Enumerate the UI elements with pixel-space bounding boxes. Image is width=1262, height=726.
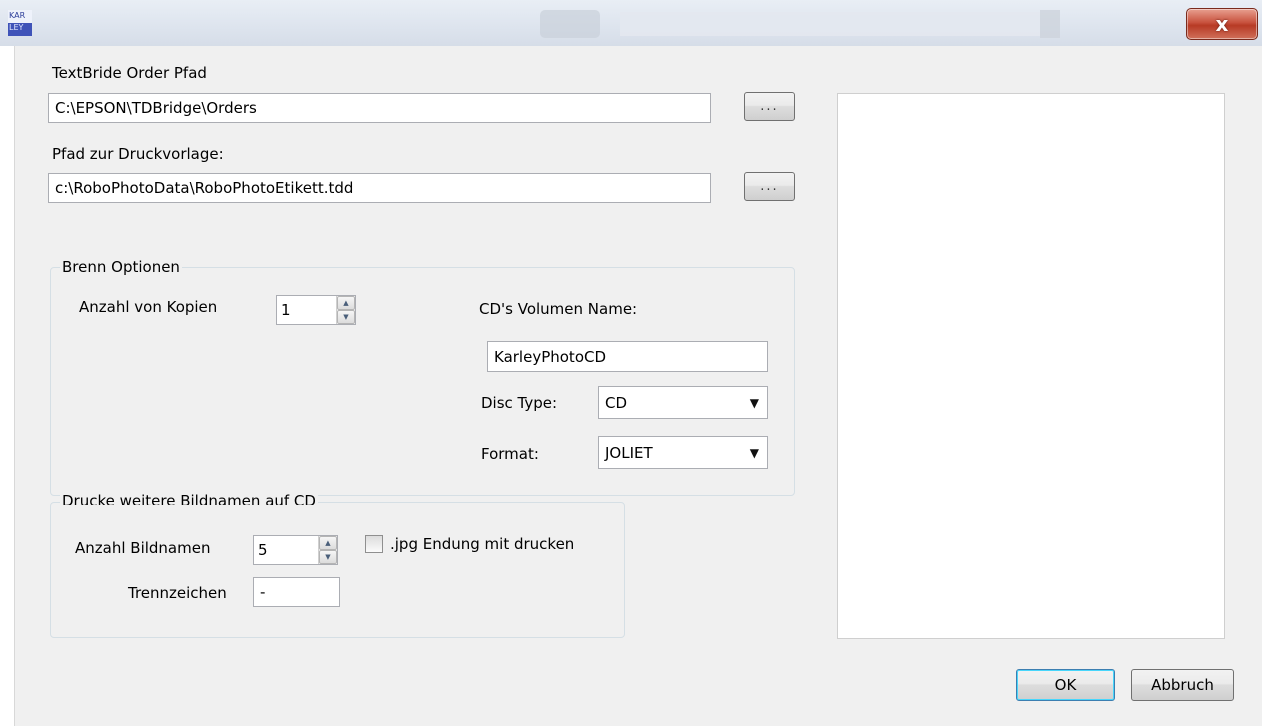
close-button[interactable]: x	[1186, 8, 1258, 40]
template-path-label: Pfad zur Druckvorlage:	[52, 145, 224, 163]
window-left-edge	[0, 46, 15, 726]
image-count-spinner[interactable]: 5 ▲ ▼	[253, 535, 338, 565]
template-path-input[interactable]: c:\RoboPhotoData\RoboPhotoEtikett.tdd	[48, 173, 711, 203]
title-bar-background-blur	[620, 12, 1040, 36]
format-value: JOLIET	[605, 443, 653, 462]
disc-type-label: Disc Type:	[481, 394, 558, 412]
title-bar-background-blur	[1040, 10, 1060, 38]
format-label: Format:	[481, 445, 539, 463]
app-logo-text-top: KAR	[9, 11, 26, 20]
spin-up-icon[interactable]: ▲	[337, 296, 355, 310]
format-select[interactable]: JOLIET ▼	[598, 436, 768, 469]
burn-options-title: Brenn Optionen	[60, 258, 182, 276]
dropdown-caret-icon: ▼	[749, 445, 759, 460]
template-path-browse-button[interactable]: ...	[744, 172, 795, 201]
title-bar-background-blur	[540, 10, 600, 38]
title-bar: KAR LEY x	[0, 0, 1262, 46]
preview-panel	[837, 93, 1225, 639]
jpg-extension-checkbox[interactable]	[365, 535, 383, 553]
order-path-browse-button[interactable]: ...	[744, 92, 795, 121]
volume-name-input[interactable]: KarleyPhotoCD	[487, 341, 768, 372]
jpg-extension-label: .jpg Endung mit drucken	[390, 535, 575, 553]
image-names-group	[50, 502, 625, 638]
cancel-button[interactable]: Abbruch	[1131, 669, 1234, 701]
volume-name-label: CD's Volumen Name:	[479, 300, 638, 318]
browse-button-label: ...	[760, 99, 779, 114]
image-names-title: Drucke weitere Bildnamen auf CD	[60, 493, 318, 505]
spin-buttons: ▲ ▼	[318, 536, 337, 564]
app-logo-icon: KAR LEY	[8, 10, 32, 36]
image-count-value: 5	[258, 541, 268, 559]
app-logo-text-bottom: LEY	[9, 23, 24, 32]
order-path-input[interactable]: C:\EPSON\TDBridge\Orders	[48, 93, 711, 123]
copies-spinner[interactable]: 1 ▲ ▼	[276, 295, 356, 325]
spin-up-icon[interactable]: ▲	[319, 536, 337, 550]
browse-button-label: ...	[760, 179, 779, 194]
spin-down-icon[interactable]: ▼	[337, 310, 355, 324]
copies-value: 1	[281, 301, 291, 319]
copies-label: Anzahl von Kopien	[79, 298, 218, 316]
spin-buttons: ▲ ▼	[336, 296, 355, 324]
spin-down-icon[interactable]: ▼	[319, 550, 337, 564]
close-icon: x	[1215, 12, 1229, 36]
image-count-label: Anzahl Bildnamen	[75, 539, 211, 557]
disc-type-select[interactable]: CD ▼	[598, 386, 768, 419]
dropdown-caret-icon: ▼	[749, 395, 759, 410]
disc-type-value: CD	[605, 393, 628, 412]
order-path-label: TextBride Order Pfad	[52, 64, 207, 82]
separator-label: Trennzeichen	[128, 584, 227, 602]
ok-button[interactable]: OK	[1016, 669, 1115, 701]
separator-input[interactable]: -	[253, 577, 340, 607]
